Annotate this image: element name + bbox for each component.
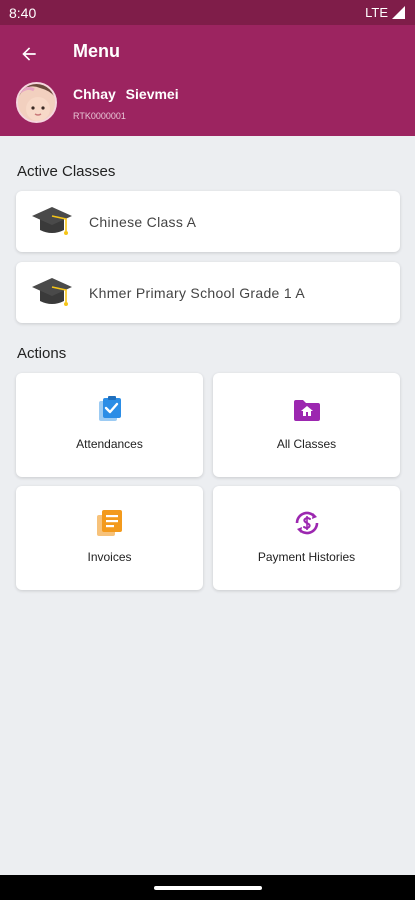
active-classes-title: Active Classes — [17, 163, 116, 180]
invoices-label: Invoices — [87, 550, 132, 564]
clipboard-check-icon — [98, 396, 121, 421]
back-button[interactable] — [14, 39, 44, 69]
status-indicators: LTE — [365, 5, 405, 20]
avatar[interactable] — [16, 82, 57, 123]
all-classes-label: All Classes — [276, 437, 337, 451]
attendances-label: Attendances — [76, 437, 143, 451]
status-bar: 8:40 LTE — [0, 0, 415, 25]
graduation-cap-icon — [32, 207, 72, 235]
user-id: RTK0000001 — [73, 111, 126, 121]
folder-home-icon — [293, 400, 320, 421]
home-gesture-handle[interactable] — [154, 886, 262, 890]
page-title: Menu — [73, 41, 120, 61]
payment-histories-label: Payment Histories — [257, 550, 356, 564]
app-bar: Menu Chhay Sievmei RTK0000001 — [0, 25, 415, 136]
arrow-left-icon — [22, 47, 36, 61]
class-card-khmer[interactable]: Khmer Primary School Grade 1 A — [16, 262, 400, 323]
attendances-button[interactable]: Attendances — [16, 373, 203, 477]
invoice-stack-icon — [96, 510, 122, 536]
status-time: 8:40 — [9, 4, 37, 21]
graduation-cap-icon — [32, 278, 72, 306]
actions-title: Actions — [17, 345, 67, 362]
class-name: Khmer Primary School Grade 1 A — [89, 284, 305, 301]
class-name: Chinese Class A — [89, 213, 197, 230]
user-name: Chhay Sievmei — [73, 86, 179, 102]
avatar-image — [18, 84, 55, 121]
class-card-chinese[interactable]: Chinese Class A — [16, 191, 400, 252]
payment-histories-button[interactable]: Payment Histories — [213, 486, 400, 590]
all-classes-button[interactable]: All Classes — [213, 373, 400, 477]
signal-icon — [392, 6, 405, 19]
network-label: LTE — [365, 5, 388, 20]
system-nav-bar — [0, 875, 415, 900]
invoices-button[interactable]: Invoices — [16, 486, 203, 590]
payment-cycle-icon — [295, 511, 318, 535]
